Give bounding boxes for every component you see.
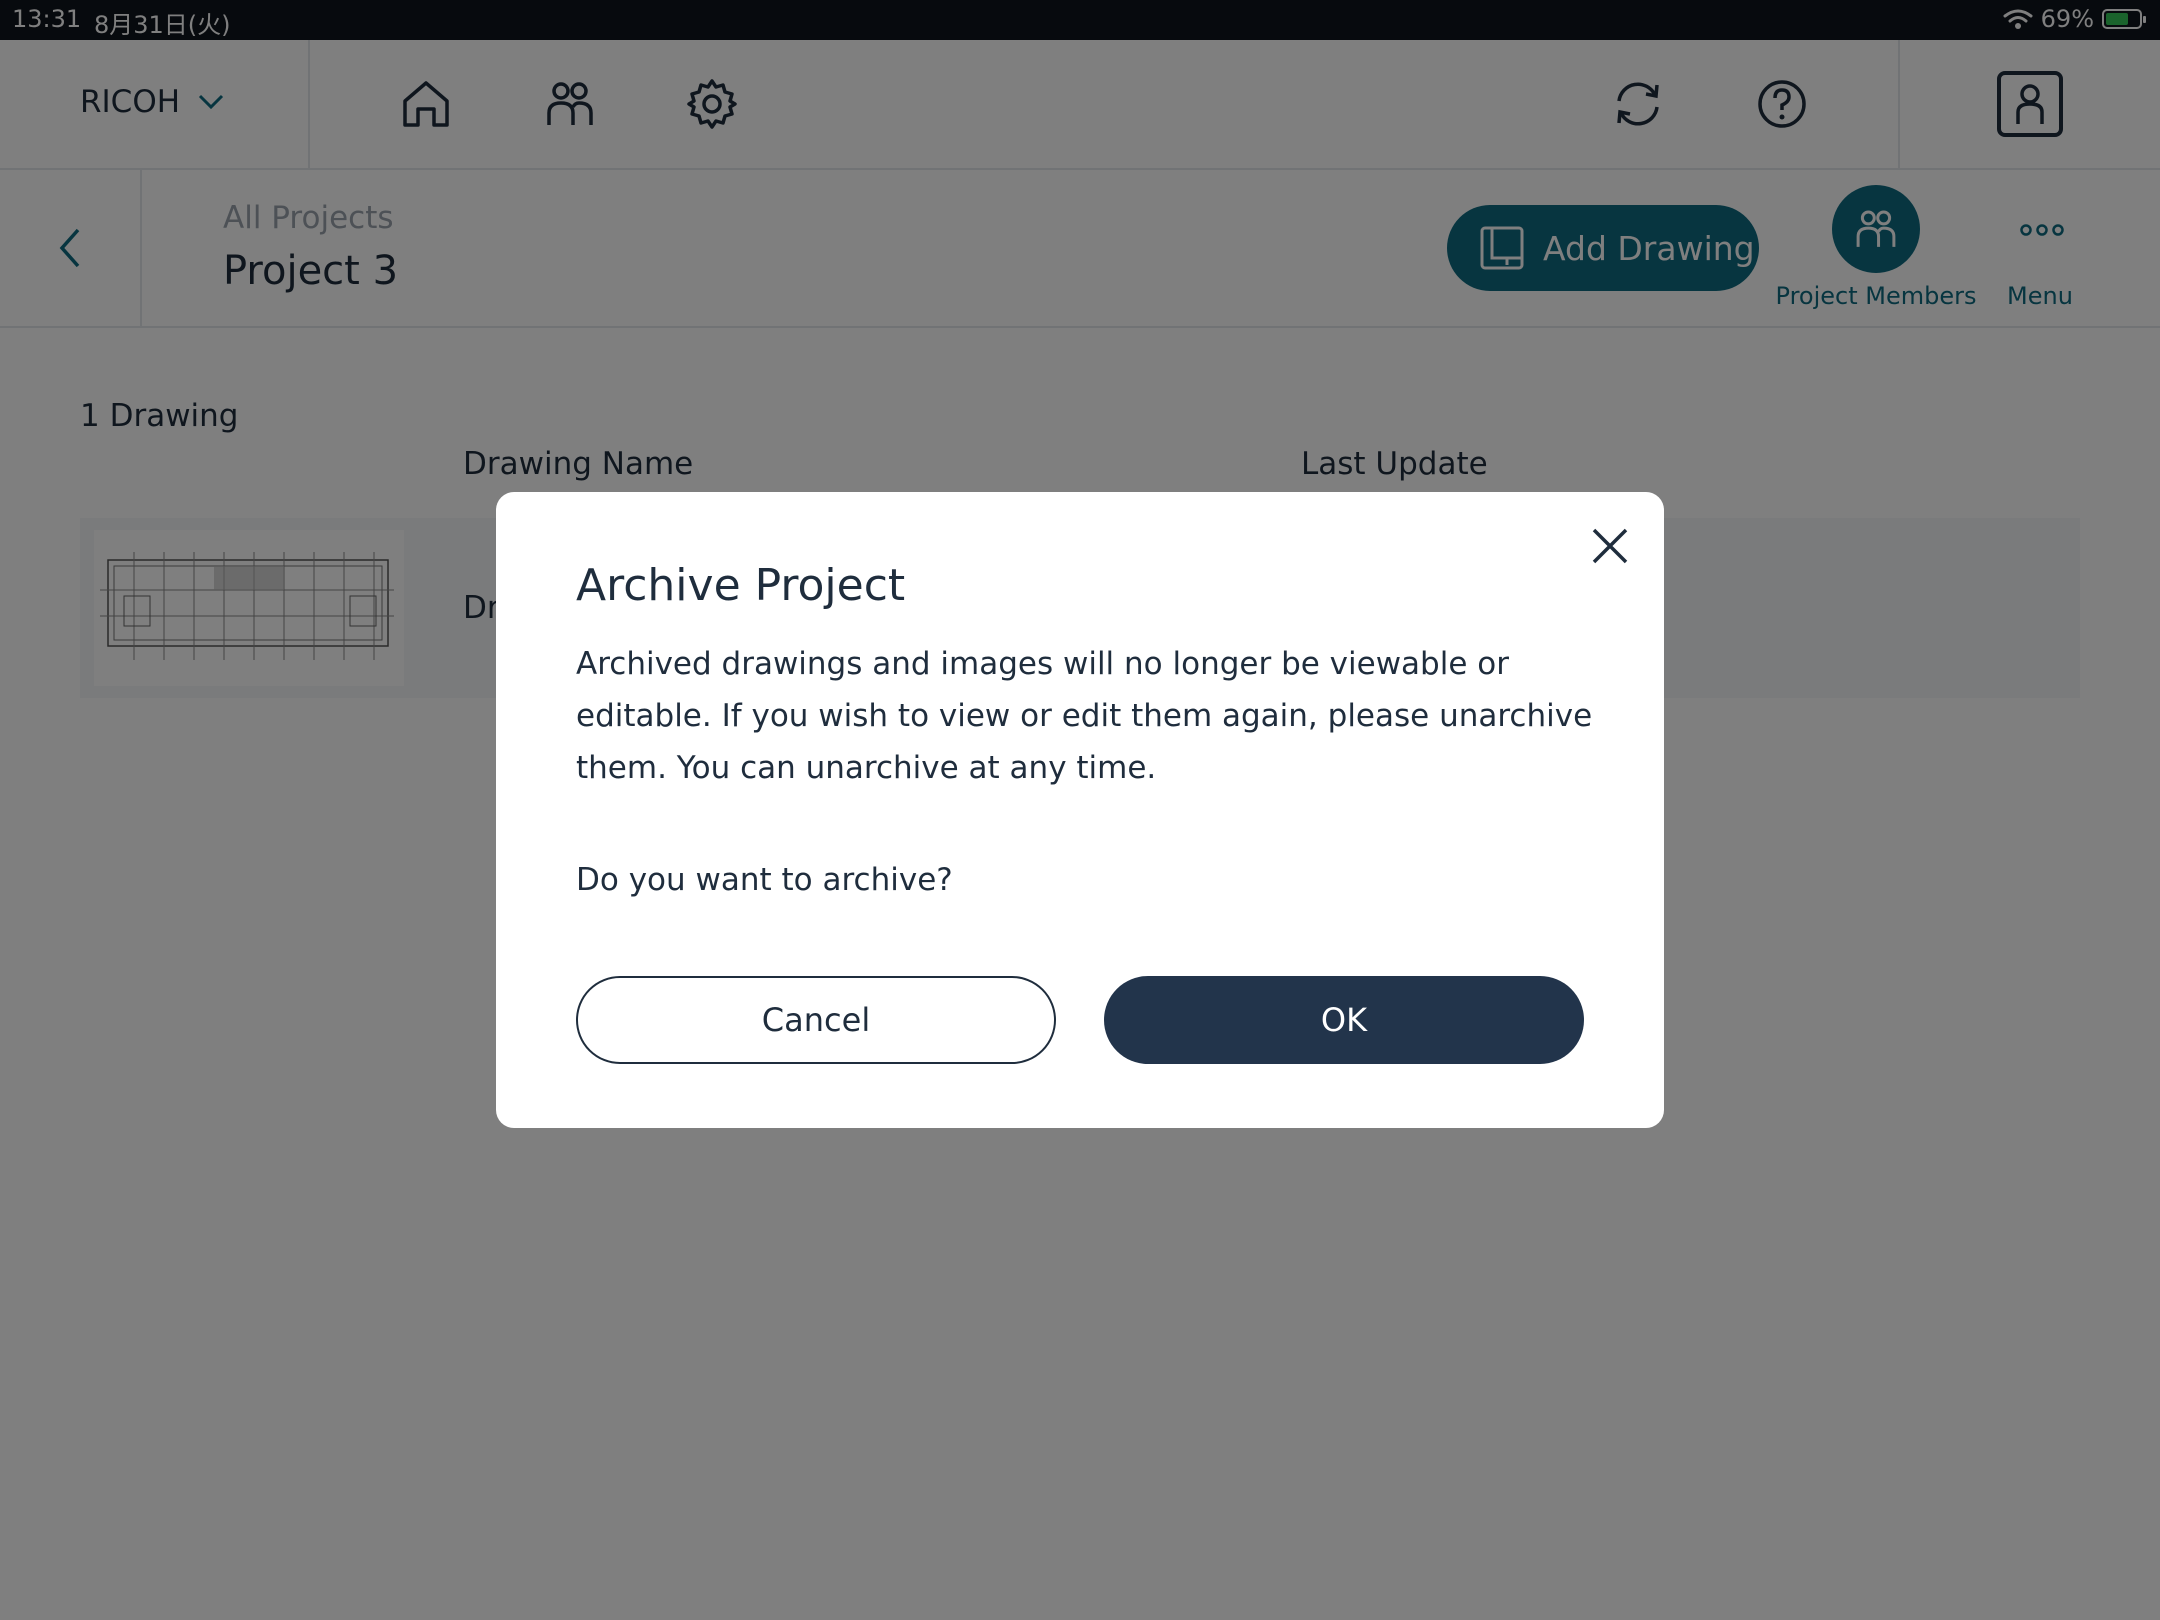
close-icon[interactable] (1586, 522, 1634, 570)
dialog-question: Do you want to archive? (576, 862, 953, 898)
archive-project-dialog: Archive Project Archived drawings and im… (496, 492, 1664, 1128)
dialog-title: Archive Project (576, 560, 906, 611)
ok-button[interactable]: OK (1104, 976, 1584, 1064)
dialog-message: Archived drawings and images will no lon… (576, 646, 1593, 786)
cancel-button[interactable]: Cancel (576, 976, 1056, 1064)
